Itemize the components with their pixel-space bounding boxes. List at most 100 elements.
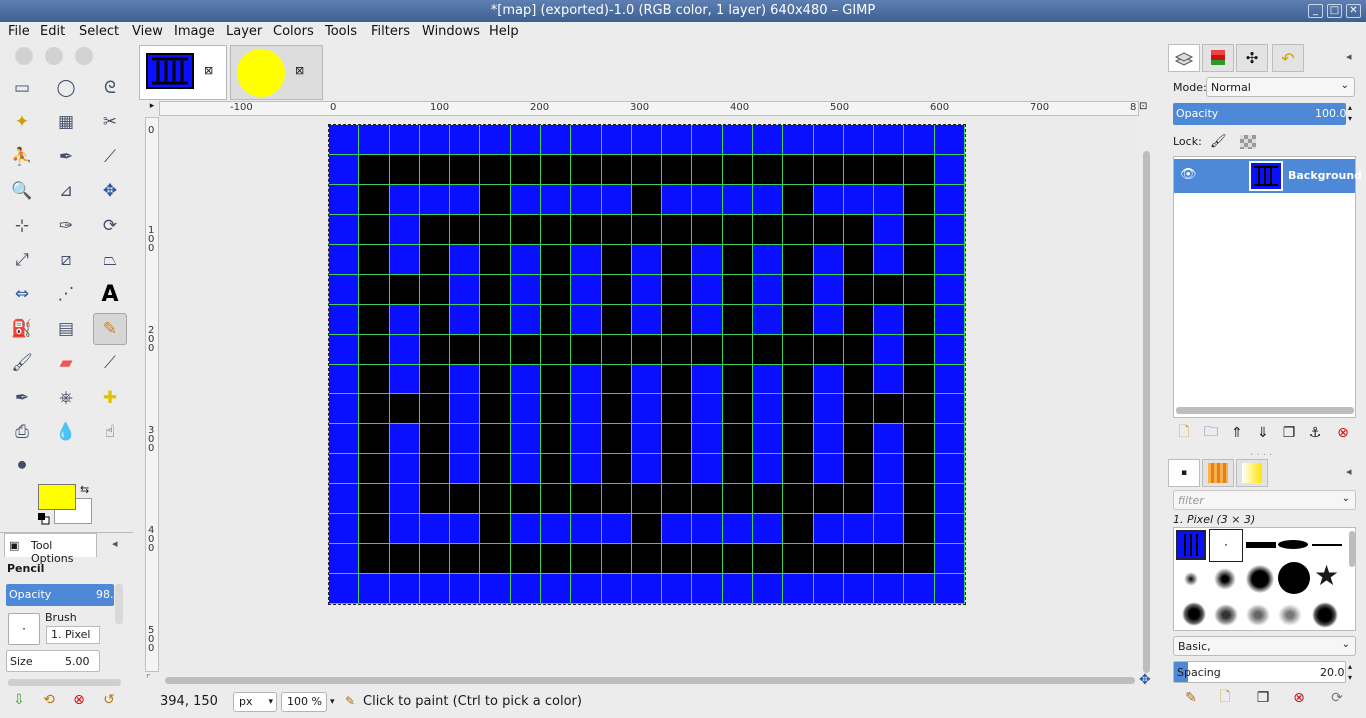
close-tab-icon[interactable]: ⊠ [295,64,304,77]
spacing-slider[interactable]: Spacing 20.0 [1173,661,1346,683]
tool-scale[interactable]: ⤢ [5,244,39,276]
lock-alpha-icon[interactable] [1240,135,1256,149]
tool-select-by-color[interactable]: ▦ [49,106,83,138]
menu-view[interactable]: View [132,24,163,39]
navigate-icon[interactable]: ⌜ [146,674,151,685]
image-tab-map[interactable]: ⊠ [139,45,227,100]
brush-splatter-3[interactable] [1246,604,1270,626]
menu-file[interactable]: File [8,24,30,39]
menu-image[interactable]: Image [174,24,215,39]
brush-splatter-4[interactable] [1278,604,1302,626]
restore-options-icon[interactable]: ⟲ [40,691,58,709]
tool-bucket-fill[interactable]: ⛽ [5,313,39,345]
tool-text[interactable]: A [93,278,127,310]
tab-brushes[interactable]: ▪ [1168,459,1200,487]
brush-name-field[interactable]: 1. Pixel [46,626,100,644]
tool-dodge-burn[interactable]: ⚫ [5,450,39,482]
tool-scissors-select[interactable]: ✂ [93,106,127,138]
mode-select[interactable]: Normal ⌄ [1206,77,1355,97]
menu-filters[interactable]: Filters [371,24,410,39]
tab-gradients[interactable] [1236,459,1268,487]
tool-crop[interactable]: ✑ [49,210,83,242]
duplicate-layer-icon[interactable]: ❐ [1280,424,1298,442]
quick-mask-corner-icon[interactable]: ▸ [145,101,159,116]
brush-hard-circle[interactable] [1278,562,1310,594]
options-hscrollbar[interactable] [8,679,121,686]
brush-splatter-5[interactable] [1312,602,1338,628]
reset-options-icon[interactable]: ↺ [100,691,118,709]
brush-block-03[interactable] [1312,544,1342,546]
spin-arrows-icon[interactable]: ▴ ▾ [1348,102,1352,124]
tab-channels[interactable] [1202,44,1234,72]
brush-pixel[interactable]: · [1209,529,1243,562]
new-brush-icon[interactable]: 🗋 [1216,689,1234,707]
vertical-scroll-thumb[interactable] [1143,151,1150,673]
layer-list-scrollbar[interactable] [1176,407,1354,414]
panel-menu-icon[interactable]: ◂ [1346,465,1352,478]
vertical-scrollbar[interactable] [1141,117,1153,673]
delete-layer-icon[interactable]: ⊗ [1334,424,1352,442]
brush-fuzzy-small[interactable] [1184,572,1198,586]
spin-arrows-icon[interactable]: ▴ ▾ [1348,661,1352,683]
brush-grid-scrollbar[interactable] [1349,531,1355,567]
layer-row-background[interactable]: 👁 Background [1174,159,1362,193]
horizontal-scroll-thumb[interactable] [165,677,1135,684]
brush-star[interactable]: ★ [1314,560,1339,592]
tool-color-picker[interactable]: ⟋ [93,141,127,173]
panel-menu-icon[interactable]: ◂ [1346,50,1352,63]
layer-opacity-slider[interactable]: Opacity 100.0 [1173,103,1347,125]
foreground-color-swatch[interactable] [38,484,76,510]
tool-heal[interactable]: ✚ [93,382,127,414]
navigate-image-icon[interactable]: ✥ [1139,672,1151,688]
horizontal-scrollbar[interactable] [159,674,1139,686]
brush-splatter-1[interactable] [1182,602,1206,626]
tool-blend[interactable]: ▤ [49,313,83,345]
tab-tool-options[interactable]: ▣ Tool Options [4,533,97,565]
tool-blur[interactable]: 💧 [49,416,83,448]
tool-rect-select[interactable]: ▭ [5,72,39,104]
new-layer-icon[interactable]: 🗋 [1175,424,1193,442]
menu-tools[interactable]: Tools [325,24,357,39]
maximize-icon[interactable]: □ [1327,4,1342,18]
default-colors-icon[interactable] [38,513,50,525]
lock-pixels-icon[interactable]: 🖌 [1210,134,1227,149]
brush-splatter-2[interactable] [1214,604,1238,626]
brush-block-01[interactable] [1246,542,1276,548]
menu-help[interactable]: Help [489,24,519,39]
minimize-icon[interactable]: _ [1308,4,1323,18]
tool-clone[interactable]: ⎈ [49,382,83,414]
delete-brush-icon[interactable]: ⊗ [1290,689,1308,707]
options-scrollbar[interactable] [115,584,123,624]
tool-fuzzy-select[interactable]: ✦ [5,106,39,138]
image-tab-circle[interactable]: ⊠ [230,45,323,100]
tool-shear[interactable]: ⧄ [49,244,83,276]
raise-layer-icon[interactable]: ⇑ [1228,424,1246,442]
panel-menu-icon[interactable]: ◂ [112,537,118,550]
unit-select[interactable]: px ▾ [233,692,277,712]
brush-block-02[interactable] [1278,540,1308,549]
tool-ellipse-select[interactable]: ◯ [49,72,83,104]
brush-fuzzy-large[interactable] [1246,565,1274,593]
tool-rotate[interactable]: ⟳ [93,210,127,242]
size-slider[interactable]: Size 5.00 [6,650,100,672]
brush-fuzzy-medium[interactable] [1214,568,1236,590]
tab-undo-history[interactable]: ↶ [1272,44,1304,72]
tool-zoom[interactable]: 🔍 [5,175,39,207]
close-icon[interactable]: ✕ [1346,4,1361,18]
tool-align[interactable]: ⊹ [5,210,39,242]
tool-move[interactable]: ✥ [93,175,127,207]
image-canvas[interactable] [328,124,966,605]
delete-options-icon[interactable]: ⊗ [70,691,88,709]
tool-pencil[interactable]: ✎ [93,312,127,345]
menu-edit[interactable]: Edit [40,24,65,39]
menu-select[interactable]: Select [79,24,119,39]
tab-paths[interactable]: ✣ [1236,44,1268,72]
brush-preset-select[interactable]: Basic, ⌄ [1173,636,1356,656]
tool-eraser[interactable]: ▰ [49,347,83,379]
menu-layer[interactable]: Layer [226,24,262,39]
menu-windows[interactable]: Windows [422,24,480,39]
tool-measure[interactable]: ⊿ [49,175,83,207]
tool-foreground-select[interactable]: ⛹ [5,141,39,173]
zoom-select[interactable]: 100 % [281,692,327,712]
opacity-slider[interactable]: Opacity 98. [6,584,114,606]
